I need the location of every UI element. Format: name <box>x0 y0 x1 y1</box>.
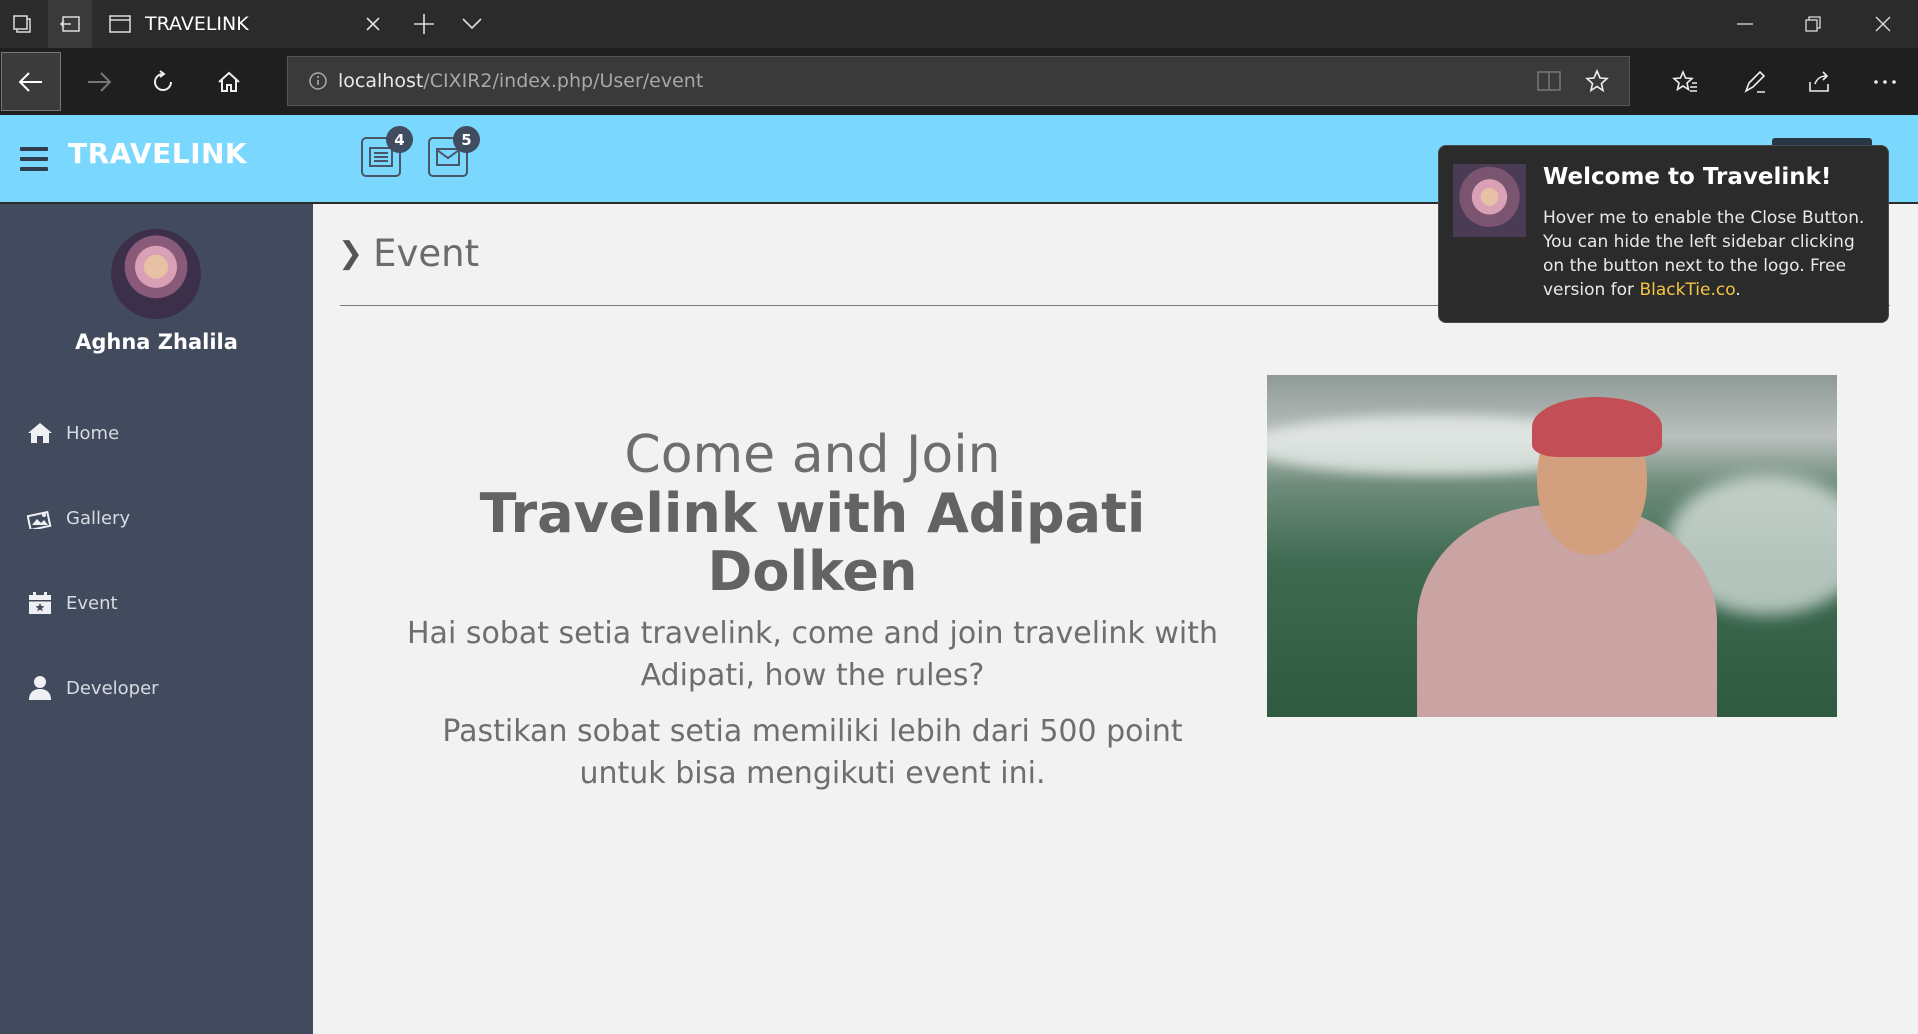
sidebar-item-gallery[interactable]: Gallery <box>0 493 313 543</box>
sidebar-item-label: Developer <box>66 677 159 699</box>
tasks-badge: 4 <box>386 126 413 153</box>
forward-button[interactable] <box>74 48 124 115</box>
sidebar-item-event[interactable]: Event <box>0 578 313 628</box>
mail-icon <box>436 148 460 166</box>
new-tab-icon[interactable] <box>404 0 444 48</box>
sidebar-item-developer[interactable]: Developer <box>0 663 313 713</box>
url-text: localhost/CIXIR2/index.php/User/event <box>338 70 704 92</box>
user-name: Aghna Zhalila <box>75 330 238 354</box>
hero-text: Come and Join Travelink with Adipati Dol… <box>400 425 1225 795</box>
welcome-notification[interactable]: Welcome to Travelink! Hover me to enable… <box>1438 145 1889 323</box>
page-icon <box>109 15 131 33</box>
gallery-icon <box>26 504 54 532</box>
tab-preview-icon[interactable] <box>0 0 44 48</box>
sidebar-item-label: Event <box>66 592 118 614</box>
hero-heading-line1: Come and Join <box>624 425 1001 485</box>
minimize-icon[interactable] <box>1722 0 1768 48</box>
notification-title: Welcome to Travelink! <box>1543 164 1832 190</box>
blacktie-link[interactable]: BlackTie.co <box>1639 280 1735 300</box>
set-aside-tabs-icon[interactable] <box>48 0 92 48</box>
web-notes-icon[interactable] <box>1730 48 1780 115</box>
tasks-button[interactable]: 4 <box>361 126 413 177</box>
breadcrumb: ❯ Event <box>338 232 479 275</box>
hero-heading-line2: Travelink with Adipati Dolken <box>479 482 1146 603</box>
tasks-icon <box>369 147 393 167</box>
favorites-icon[interactable] <box>1660 48 1710 115</box>
event-photo <box>1267 375 1837 717</box>
close-window-icon[interactable] <box>1858 0 1908 48</box>
page-title: Event <box>373 232 480 275</box>
more-icon[interactable] <box>1860 48 1910 115</box>
sidebar-toggle-icon[interactable] <box>20 147 48 171</box>
chevron-right-icon: ❯ <box>338 236 364 271</box>
restore-icon[interactable] <box>1790 0 1836 48</box>
close-tab-icon[interactable] <box>365 16 381 32</box>
back-button[interactable] <box>1 52 61 111</box>
mail-button[interactable]: 5 <box>428 126 480 177</box>
reading-view-icon[interactable] <box>1537 70 1561 92</box>
user-icon <box>26 674 54 702</box>
brand-logo[interactable]: TRAVELINK <box>68 137 247 170</box>
address-bar[interactable]: localhost/CIXIR2/index.php/User/event <box>287 56 1630 106</box>
star-icon[interactable] <box>1585 69 1609 93</box>
mail-badge: 5 <box>453 126 480 153</box>
share-icon[interactable] <box>1794 48 1844 115</box>
info-icon[interactable] <box>308 71 328 91</box>
hero-paragraph-2: Pastikan sobat setia memiliki lebih dari… <box>442 714 1183 791</box>
hero-paragraph-1: Hai sobat setia travelink, come and join… <box>407 616 1218 693</box>
active-tab[interactable]: TRAVELINK <box>97 0 395 48</box>
tab-title: TRAVELINK <box>145 13 249 35</box>
notification-body: Hover me to enable the Close Button. You… <box>1543 208 1865 300</box>
home-button[interactable] <box>204 48 254 115</box>
home-icon <box>26 419 54 447</box>
calendar-icon <box>26 589 54 617</box>
avatar[interactable] <box>111 229 201 319</box>
sidebar-item-label: Gallery <box>66 507 131 529</box>
tab-list-chevron-icon[interactable] <box>452 0 492 48</box>
sidebar-item-home[interactable]: Home <box>0 408 313 458</box>
refresh-button[interactable] <box>138 48 188 115</box>
notification-avatar <box>1453 164 1526 237</box>
sidebar-item-label: Home <box>66 422 120 444</box>
sidebar: Aghna Zhalila Home Gallery Event Develop… <box>0 204 313 1034</box>
browser-tab-bar: TRAVELINK <box>0 0 1918 48</box>
